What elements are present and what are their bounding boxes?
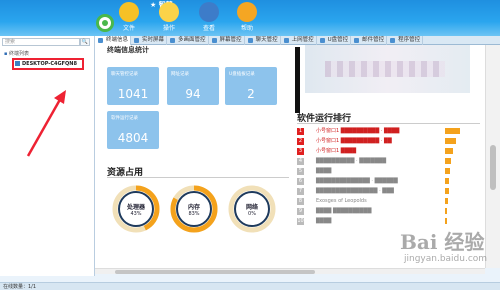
rank-number: 2: [297, 138, 304, 145]
rank-number: 4: [297, 158, 304, 165]
rank-app-name: ████████████████ · ███: [316, 188, 394, 194]
donut-network: 网络 0%: [227, 184, 277, 234]
watermark-url: jingyan.baidu.com: [404, 254, 488, 264]
rank-app-name: ████ ██████████: [316, 208, 372, 214]
tree-node-desktop[interactable]: DESKTOP-C4GFQN8: [12, 58, 84, 70]
ranking-row[interactable]: 6 ██████████████ · ██████: [297, 177, 480, 186]
stat-card-software[interactable]: 软件运行记录 4804: [107, 111, 159, 149]
tab-mail-control[interactable]: 邮件管控: [351, 36, 388, 45]
tab-web-control[interactable]: 上网管控: [281, 36, 317, 45]
toolbar: ★ 智慧 文件 操作 查看 帮助: [0, 0, 500, 36]
watermark: Bai 经验 jingyan.baidu.com: [382, 220, 497, 280]
toolbar-view-button[interactable]: 查看: [190, 2, 228, 32]
stat-label: 软件运行记录: [111, 116, 138, 121]
toolbar-file-button[interactable]: 文件: [110, 2, 148, 32]
scroll-thumb[interactable]: [115, 270, 315, 274]
rank-number: 10: [297, 218, 304, 225]
ranking-row[interactable]: 5 ████: [297, 167, 480, 176]
status-bar: 在线数量：1/1: [0, 282, 500, 290]
red-arrow-icon: [26, 90, 66, 157]
rank-bar: [445, 168, 450, 174]
ranking-row[interactable]: 4 ██████████ · ███████: [297, 157, 480, 166]
ranking-row[interactable]: 1 小号窗口1 ██████████ · ████: [297, 127, 480, 136]
divider: [107, 177, 289, 178]
rank-app-name: 小号窗口1 ██████████ · ██: [316, 138, 392, 144]
rank-number: 8: [297, 198, 304, 205]
tab-program-control[interactable]: 程序管控: [387, 36, 424, 45]
toolbar-help-button[interactable]: 帮助: [228, 2, 266, 32]
stat-value: 1041: [117, 87, 149, 101]
rank-number: 1: [297, 128, 304, 135]
help-icon: [237, 2, 257, 22]
stat-card-web[interactable]: 网址记录 94: [167, 67, 219, 105]
ranking-row[interactable]: 7 ████████████████ · ███: [297, 187, 480, 196]
screen-thumbnail[interactable]: [305, 45, 470, 93]
rank-number: 5: [297, 168, 304, 175]
rank-number: 6: [297, 178, 304, 185]
watermark-logo: Bai 经验: [400, 230, 485, 254]
rank-app-name: Exosges of Leopolds: [316, 198, 367, 204]
rank-bar: [445, 138, 456, 144]
scroll-thumb[interactable]: [490, 145, 496, 190]
stat-card-usb[interactable]: U盘插拔记录 2: [225, 67, 277, 105]
screen-edge: [295, 47, 300, 113]
rank-bar: [445, 158, 451, 164]
rank-bar: [445, 198, 448, 204]
rank-bar: [445, 188, 449, 194]
rank-app-name: 小号窗口1 ██████████ · ████: [316, 128, 400, 134]
ranking-row[interactable]: 2 小号窗口1 ██████████ · ██: [297, 137, 480, 146]
stat-label: U盘插拔记录: [229, 72, 255, 77]
rank-number: 9: [297, 208, 304, 215]
toolbar-operate-button[interactable]: 操作: [150, 2, 188, 32]
donut-memory: 内存 83%: [169, 184, 219, 234]
donut-label: 网络: [245, 204, 258, 211]
rank-bar: [445, 128, 460, 134]
divider: [297, 123, 480, 124]
rank-number: 7: [297, 188, 304, 195]
stat-label: 网址记录: [171, 72, 189, 77]
donut-cpu: 处理器 43%: [111, 184, 161, 234]
rank-app-name: ████: [316, 168, 332, 174]
ranking-row[interactable]: 8 Exosges of Leopolds: [297, 197, 480, 206]
rank-app-name: ██████████████ · ██████: [316, 178, 398, 184]
tree-root[interactable]: 终端列表: [4, 50, 29, 57]
stats-title: 终端信息统计: [107, 46, 149, 54]
rank-app-name: 小号窗口1 ████: [316, 148, 357, 154]
rank-app-name: ████: [316, 218, 332, 224]
ranking-row[interactable]: 3 小号窗口1 ████: [297, 147, 480, 156]
tab-terminal-info[interactable]: 终端信息: [95, 36, 132, 45]
rank-bar: [445, 208, 447, 214]
tab-usb-control[interactable]: U盘管控: [317, 36, 352, 45]
donut-value: 0%: [248, 211, 256, 217]
donut-label: 内存: [187, 204, 200, 211]
tab-screen-control[interactable]: 屏幕管控: [209, 36, 245, 45]
rank-bar: [445, 148, 453, 154]
sidebar: 搜索 🔍 终端列表 DESKTOP-C4GFQN8: [0, 36, 95, 276]
rank-bar: [445, 178, 449, 184]
donut-value: 83%: [188, 211, 200, 217]
tab-bar: 终端信息 实时屏幕 多画面管控 屏幕管控 聊天管控 上网管控 U盘管控 邮件管控…: [95, 36, 500, 45]
tab-multi-screen[interactable]: 多画面管控: [167, 36, 209, 45]
stat-label: 聊天管控记录: [111, 72, 138, 77]
tab-realtime-screen[interactable]: 实时屏幕: [131, 36, 168, 45]
file-icon: [119, 2, 139, 22]
stat-value: 94: [185, 87, 201, 101]
rank-number: 3: [297, 148, 304, 155]
rank-app-name: ██████████ · ███████: [316, 158, 387, 164]
tab-chat-control[interactable]: 聊天管控: [245, 36, 281, 45]
donut-value: 43%: [130, 211, 142, 217]
ranking-row[interactable]: 9 ████ ██████████: [297, 207, 480, 216]
stat-value: 2: [247, 87, 255, 101]
stat-value: 4804: [117, 131, 149, 145]
stat-card-chat[interactable]: 聊天管控记录 1041: [107, 67, 159, 105]
magnifier-icon: [199, 2, 219, 22]
lightbulb-icon: [159, 2, 179, 22]
search-input[interactable]: 搜索: [2, 38, 80, 46]
donut-label: 处理器: [126, 204, 145, 211]
search-icon[interactable]: 🔍: [80, 38, 90, 46]
